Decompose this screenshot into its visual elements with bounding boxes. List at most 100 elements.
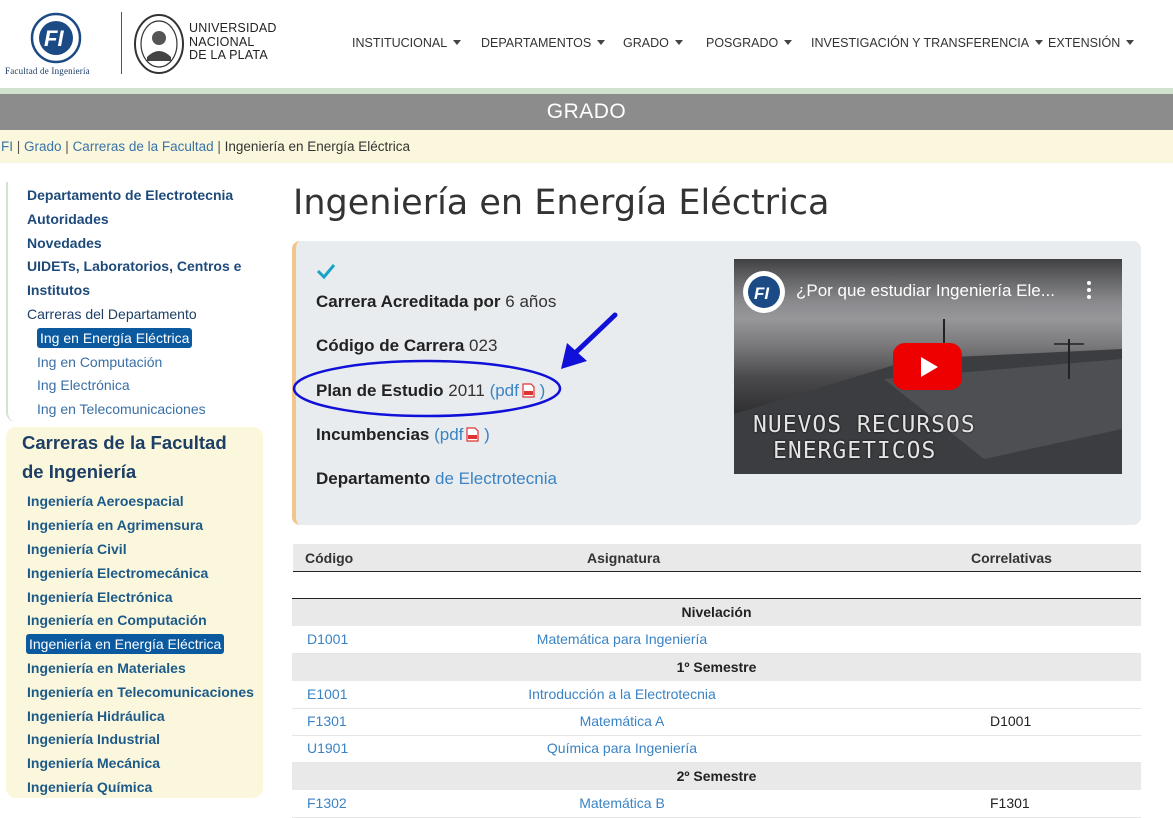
breadcrumb-separator: | bbox=[213, 139, 225, 154]
caret-down-icon bbox=[597, 40, 606, 46]
logo-divider bbox=[121, 12, 122, 74]
faculty-careers-title: Carreras de la Facultad de Ingeniería bbox=[22, 428, 257, 486]
table-row: D1001 Matemática para Ingeniería bbox=[292, 626, 1141, 654]
pdf-file-icon bbox=[466, 427, 480, 442]
nav-institucional[interactable]: INSTITUCIONAL bbox=[352, 36, 462, 50]
accredited-label: Carrera Acreditada por bbox=[316, 292, 501, 311]
caption-line: ENERGETICOS bbox=[773, 438, 937, 464]
subject-name-link[interactable]: Matemática A bbox=[402, 713, 842, 729]
subject-name-link[interactable]: Química para Ingeniería bbox=[402, 740, 842, 756]
faculty-career-telecom[interactable]: Ingeniería en Telecomunicaciones bbox=[27, 684, 254, 700]
faculty-career-hidraulica[interactable]: Ingeniería Hidráulica bbox=[27, 708, 165, 724]
sidebar-link-autoridades[interactable]: Autoridades bbox=[27, 211, 109, 227]
sidebar-link-uidets[interactable]: UIDETs, Laboratorios, Centros e bbox=[27, 258, 241, 274]
unlp-line: UNIVERSIDAD bbox=[189, 21, 277, 35]
caret-down-icon bbox=[784, 40, 793, 46]
table-section-header: 2º Semestre bbox=[292, 763, 1141, 790]
nav-posgrado[interactable]: POSGRADO bbox=[706, 36, 793, 50]
faculty-career-materiales[interactable]: Ingeniería en Materiales bbox=[27, 660, 186, 676]
page-title: Ingeniería en Energía Eléctrica bbox=[293, 183, 830, 223]
incumbencias-row: Incumbencias (pdf ) bbox=[316, 425, 490, 445]
nav-label: POSGRADO bbox=[706, 36, 779, 50]
table-section-header: 1º Semestre bbox=[292, 654, 1141, 681]
subject-name-link[interactable]: Matemática para Ingeniería bbox=[402, 631, 842, 647]
breadcrumb-grado[interactable]: Grado bbox=[24, 139, 62, 154]
breadcrumb-current: Ingeniería en Energía Eléctrica bbox=[224, 139, 411, 154]
incumbencias-pdf-link[interactable]: (pdf ) bbox=[434, 425, 490, 444]
subject-prereq: D1001 bbox=[990, 713, 1032, 729]
nav-grado[interactable]: GRADO bbox=[623, 36, 683, 50]
caption-line: NUEVOS RECURSOS bbox=[753, 412, 976, 438]
channel-logo-mark: FI bbox=[754, 284, 770, 303]
column-header-prereq: Correlativas bbox=[971, 550, 1052, 566]
sidebar-link-institutos[interactable]: Institutos bbox=[27, 282, 90, 298]
career-code-label: Código de Carrera bbox=[316, 336, 465, 355]
play-button-icon[interactable] bbox=[893, 343, 962, 390]
pdf-link-close: ) bbox=[484, 425, 490, 444]
sidebar-career-telecom[interactable]: Ing en Telecomunicaciones bbox=[37, 401, 206, 417]
nav-label: GRADO bbox=[623, 36, 669, 50]
table-section-header: Nivelación bbox=[292, 599, 1141, 626]
subject-code-link[interactable]: D1001 bbox=[307, 631, 348, 647]
sidebar-link-novedades[interactable]: Novedades bbox=[27, 235, 102, 251]
annotation-arrow-icon bbox=[561, 312, 618, 369]
breadcrumb-fi[interactable]: FI bbox=[1, 139, 13, 154]
youtube-video-embed[interactable]: FI ¿Por que estudiar Ingeniería Ele... N… bbox=[734, 259, 1122, 474]
nav-label: EXTENSIÓN bbox=[1048, 36, 1121, 50]
accredited-value: 6 años bbox=[505, 292, 557, 311]
nav-extension[interactable]: EXTENSIÓN bbox=[1048, 36, 1135, 50]
site-header: FI Facultad de Ingeniería UNIVERSIDAD NA… bbox=[0, 0, 1173, 88]
accredited-row: Carrera Acreditada por 6 años bbox=[316, 292, 556, 312]
caret-down-icon bbox=[1035, 40, 1044, 46]
subjects-table: Nivelación D1001 Matemática para Ingenie… bbox=[292, 598, 1141, 818]
department-link[interactable]: de Electrotecnia bbox=[435, 469, 557, 488]
faculty-career-industrial[interactable]: Ingeniería Industrial bbox=[27, 731, 160, 747]
subject-code-link[interactable]: F1301 bbox=[307, 713, 347, 729]
faculty-title-line: de Ingeniería bbox=[22, 461, 137, 482]
breadcrumb-separator: | bbox=[61, 139, 73, 154]
faculty-career-computacion[interactable]: Ingeniería en Computación bbox=[27, 612, 207, 628]
department-row: Departamento de Electrotecnia bbox=[316, 469, 557, 489]
unlp-line: DE LA PLATA bbox=[189, 48, 268, 62]
faculty-career-electromecanica[interactable]: Ingeniería Electromecánica bbox=[27, 565, 208, 581]
more-vertical-icon[interactable] bbox=[1087, 281, 1091, 299]
breadcrumb: FI | Grado | Carreras de la Facultad | I… bbox=[0, 130, 1173, 163]
nav-departamentos[interactable]: DEPARTAMENTOS bbox=[481, 36, 606, 50]
unlp-wordmark[interactable]: UNIVERSIDAD NACIONAL DE LA PLATA bbox=[189, 21, 277, 63]
faculty-career-electronica[interactable]: Ingeniería Electrónica bbox=[27, 589, 173, 605]
nav-label: DEPARTAMENTOS bbox=[481, 36, 592, 50]
faculty-career-energia-active[interactable]: Ingeniería en Energía Eléctrica bbox=[26, 634, 225, 654]
column-header-code: Código bbox=[305, 550, 354, 566]
sidebar-career-electronica[interactable]: Ing Electrónica bbox=[37, 377, 130, 393]
faculty-career-civil[interactable]: Ingeniería Civil bbox=[27, 541, 127, 557]
faculty-career-aeroespacial[interactable]: Ingeniería Aeroespacial bbox=[27, 493, 184, 509]
breadcrumb-carreras[interactable]: Carreras de la Facultad bbox=[73, 139, 214, 154]
subject-code-link[interactable]: U1901 bbox=[307, 740, 348, 756]
video-caption: NUEVOS RECURSOS ENERGETICOS bbox=[753, 412, 976, 464]
faculty-career-agrimensura[interactable]: Ingeniería en Agrimensura bbox=[27, 517, 203, 533]
table-row: F1302 Matemática B F1301 bbox=[292, 790, 1141, 818]
sidebar-link-departamento[interactable]: Departamento de Electrotecnia bbox=[27, 187, 233, 203]
subject-code-link[interactable]: F1302 bbox=[307, 795, 347, 811]
faculty-career-mecanica[interactable]: Ingeniería Mecánica bbox=[27, 755, 160, 771]
fi-logo-icon[interactable]: FI bbox=[28, 12, 84, 64]
subject-code-link[interactable]: E1001 bbox=[307, 686, 347, 702]
channel-avatar[interactable]: FI bbox=[743, 271, 785, 313]
faculty-title-line: Carreras de la Facultad bbox=[22, 432, 227, 453]
subject-name-link[interactable]: Matemática B bbox=[402, 795, 842, 811]
sidebar-career-energia-active[interactable]: Ing en Energía Eléctrica bbox=[37, 328, 193, 348]
caret-down-icon bbox=[674, 40, 683, 46]
unlp-line: NACIONAL bbox=[189, 34, 255, 49]
breadcrumb-separator: | bbox=[13, 139, 25, 154]
sidebar-career-computacion[interactable]: Ing en Computación bbox=[37, 354, 162, 370]
fi-logo-mark: FI bbox=[44, 26, 64, 51]
unlp-seal-icon[interactable] bbox=[133, 13, 185, 75]
subjects-table-header: Código Asignatura Correlativas bbox=[293, 544, 1141, 572]
column-header-subject: Asignatura bbox=[587, 550, 661, 566]
subject-name-link[interactable]: Introducción a la Electrotecnia bbox=[402, 686, 842, 702]
video-title[interactable]: ¿Por que estudiar Ingeniería Ele... bbox=[796, 281, 1055, 301]
nav-investigacion[interactable]: INVESTIGACIÓN Y TRANSFERENCIA bbox=[811, 36, 1044, 50]
faculty-career-quimica[interactable]: Ingeniería Química bbox=[27, 779, 152, 795]
nav-label: INVESTIGACIÓN Y TRANSFERENCIA bbox=[811, 36, 1030, 50]
section-banner: GRADO bbox=[0, 94, 1173, 130]
